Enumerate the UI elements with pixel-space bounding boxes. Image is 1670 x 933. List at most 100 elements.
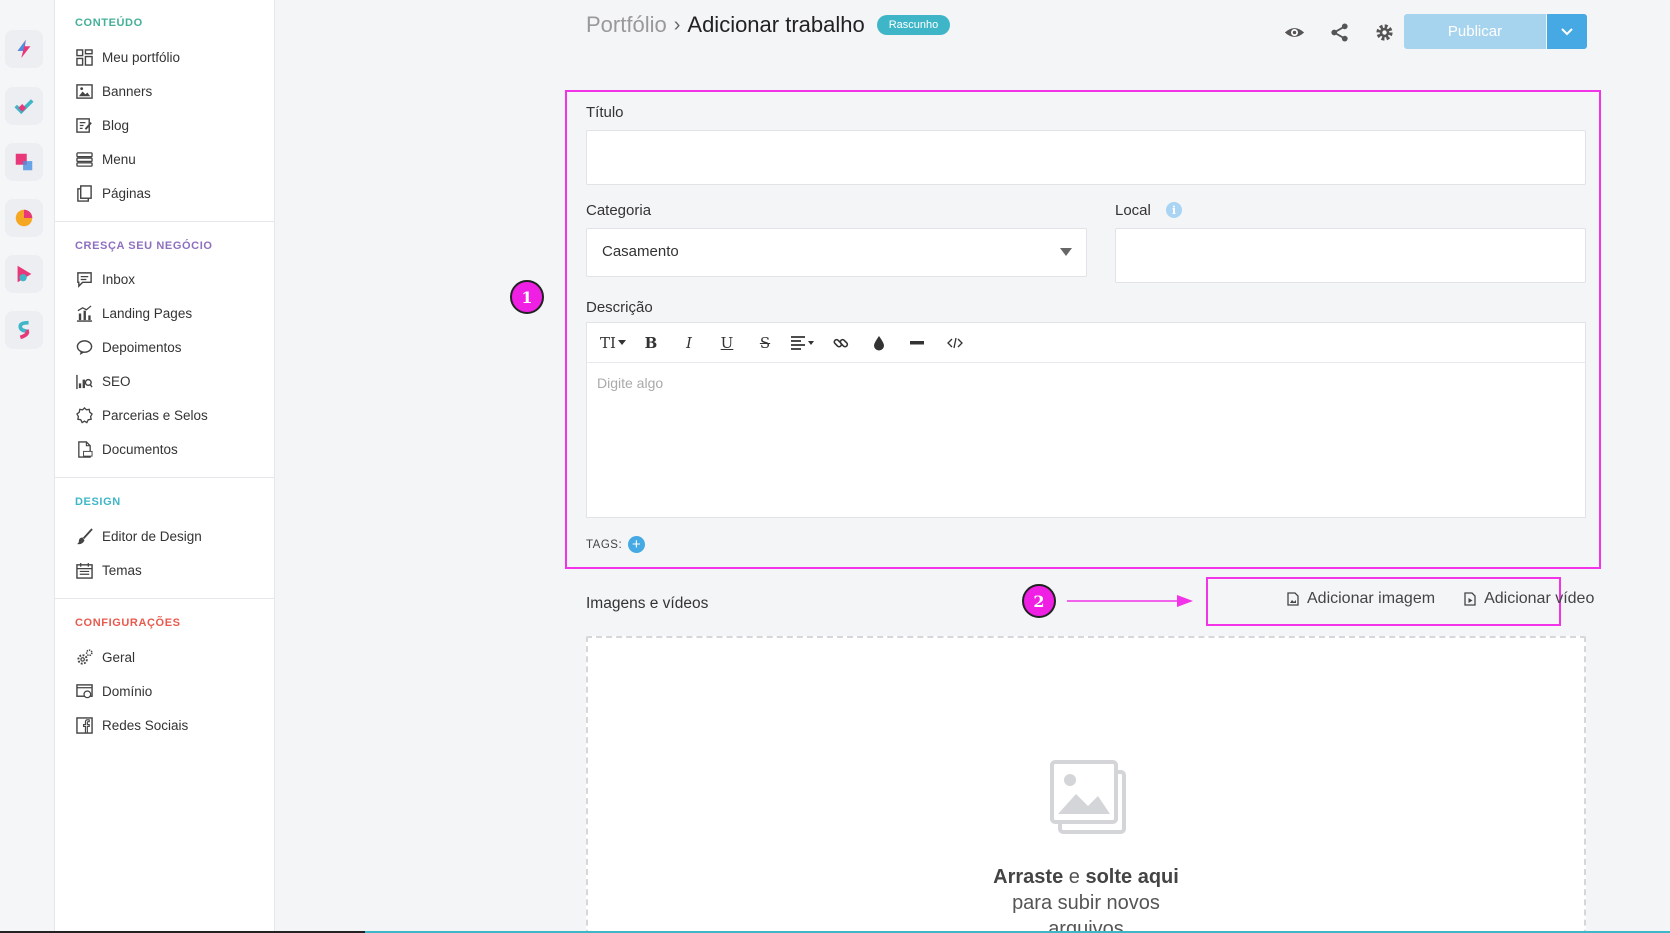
section-title-conteudo: CONTEÚDO [75, 17, 143, 29]
app-s-button[interactable] [5, 311, 43, 349]
underline-button[interactable]: U [711, 329, 743, 357]
sidebar-item-depoimentos[interactable]: Depoimentos [75, 336, 182, 358]
sidebar-item-label: Landing Pages [102, 305, 193, 321]
code-view-button[interactable] [939, 329, 971, 357]
description-textarea[interactable]: Digite algo [587, 363, 1585, 517]
app-rail [0, 0, 55, 933]
app-bolt-button[interactable] [5, 30, 43, 68]
sidebar-item-label: Editor de Design [102, 528, 202, 544]
sidebar-item-label: Meu portfólio [102, 49, 181, 65]
sidebar-item-paginas[interactable]: Páginas [75, 182, 151, 204]
section-title-cresca: CRESÇA SEU NEGÓCIO [75, 240, 213, 252]
sidebar-item-banners[interactable]: Banners [75, 80, 152, 102]
sidebar-item-inbox[interactable]: Inbox [75, 268, 135, 290]
annotation-arrow [1067, 595, 1193, 607]
video-file-icon [1464, 592, 1476, 606]
bold-icon: B [644, 333, 658, 352]
title-input[interactable] [586, 130, 1586, 185]
add-image-button[interactable]: Adicionar imagem [1286, 590, 1435, 608]
app-check-button[interactable] [5, 87, 43, 125]
description-label: Descrição [586, 299, 653, 316]
upload-dropzone[interactable]: Arraste e solte aqui para subir novos ar… [586, 636, 1586, 933]
sidebar-item-editor-design[interactable]: Editor de Design [75, 525, 202, 547]
sidebar-item-label: Inbox [102, 271, 136, 287]
category-select[interactable]: Casamento [586, 228, 1087, 277]
check-icon [14, 99, 34, 115]
sidebar-item-geral[interactable]: Geral [75, 646, 135, 668]
description-editor: TI B I U S Digite algo [586, 322, 1586, 518]
dropzone-line-2: para subir novos [1012, 892, 1160, 914]
dropzone-line-1: Arraste e solte aqui [588, 866, 1584, 889]
sidebar: CONTEÚDO Meu portfólio Banners Blog Menu… [55, 0, 275, 933]
app-play-button[interactable] [5, 255, 43, 293]
gallery-icon [1050, 760, 1126, 834]
sidebar-item-blog[interactable]: Blog [75, 114, 129, 136]
domain-icon [75, 682, 93, 700]
list-icon [75, 150, 93, 168]
italic-button[interactable]: I [673, 329, 705, 357]
add-image-label: Adicionar imagem [1307, 590, 1436, 607]
app-pie-button[interactable] [5, 199, 43, 237]
status-badge: Rascunho [876, 15, 951, 35]
sidebar-item-menu[interactable]: Menu [75, 148, 136, 170]
breadcrumb-root-link[interactable]: Portfólio [586, 12, 667, 38]
section-title-design: DESIGN [75, 496, 121, 508]
breadcrumb-separator: › [673, 13, 681, 36]
link-icon [833, 338, 849, 347]
editor-toolbar: TI B I U S [587, 323, 1585, 363]
sidebar-item-label: Domínio [102, 683, 153, 699]
play-icon [17, 265, 32, 283]
local-input[interactable] [1115, 228, 1586, 283]
sidebar-item-label: Parcerias e Selos [102, 407, 208, 423]
sidebar-item-meu-portfolio[interactable]: Meu portfólio [75, 46, 180, 68]
sidebar-item-label: SEO [102, 373, 131, 389]
sidebar-item-temas[interactable]: Temas [75, 559, 142, 581]
title-label: Título [586, 104, 624, 121]
bold-button[interactable]: B [635, 329, 667, 357]
app-square-button[interactable] [5, 143, 43, 181]
annotation-marker-2: 2 [1022, 584, 1056, 618]
dropzone-mid: e [1068, 866, 1080, 888]
add-tag-button[interactable]: + [628, 536, 646, 553]
strikethrough-button[interactable]: S [749, 329, 781, 357]
media-actions: Adicionar imagem Adicionar vídeo [1286, 590, 1594, 608]
publish-button[interactable]: Publicar [1404, 14, 1546, 49]
publish-options-button[interactable] [1547, 14, 1587, 49]
share-button[interactable] [1327, 20, 1351, 44]
sidebar-item-redes-sociais[interactable]: Redes Sociais [75, 714, 188, 736]
page-title: Adicionar trabalho [687, 12, 865, 37]
plus-icon: + [632, 536, 642, 553]
square-icon [15, 153, 33, 171]
s-logo-icon [18, 320, 30, 340]
pie-icon [15, 209, 33, 227]
horizontal-rule-button[interactable] [901, 329, 933, 357]
chevron-down-icon [1561, 27, 1573, 35]
sidebar-item-label: Geral [102, 649, 136, 665]
sidebar-item-landing-pages[interactable]: Landing Pages [75, 302, 192, 324]
sidebar-item-parcerias[interactable]: Parcerias e Selos [75, 404, 208, 426]
divider [55, 221, 275, 222]
settings-button[interactable] [1372, 20, 1396, 44]
text-color-button[interactable] [863, 329, 895, 357]
sidebar-item-label: Documentos [102, 441, 178, 457]
add-video-label: Adicionar vídeo [1484, 590, 1595, 607]
tags-label: TAGS: [586, 538, 623, 551]
link-button[interactable] [825, 329, 857, 357]
info-icon[interactable]: i [1166, 202, 1182, 218]
add-video-button[interactable]: Adicionar vídeo [1463, 590, 1594, 608]
text-size-button[interactable]: TI [597, 329, 629, 357]
code-icon [947, 337, 963, 348]
sidebar-item-seo[interactable]: SEO [75, 370, 131, 392]
media-section-label: Imagens e vídeos [586, 595, 709, 612]
preview-button[interactable] [1282, 20, 1306, 44]
breadcrumb: Portfólio › Adicionar trabalho Rascunho [586, 12, 951, 38]
comment-icon [75, 338, 93, 356]
align-button[interactable] [787, 329, 819, 357]
edit-icon [75, 116, 93, 134]
sidebar-item-documentos[interactable]: Documentos [75, 438, 178, 460]
sidebar-item-dominio[interactable]: Domínio [75, 680, 152, 702]
grid-icon [75, 48, 93, 66]
pdf-icon [75, 440, 93, 458]
horizontal-rule-icon [910, 340, 924, 344]
sidebar-item-label: Depoimentos [102, 339, 182, 355]
